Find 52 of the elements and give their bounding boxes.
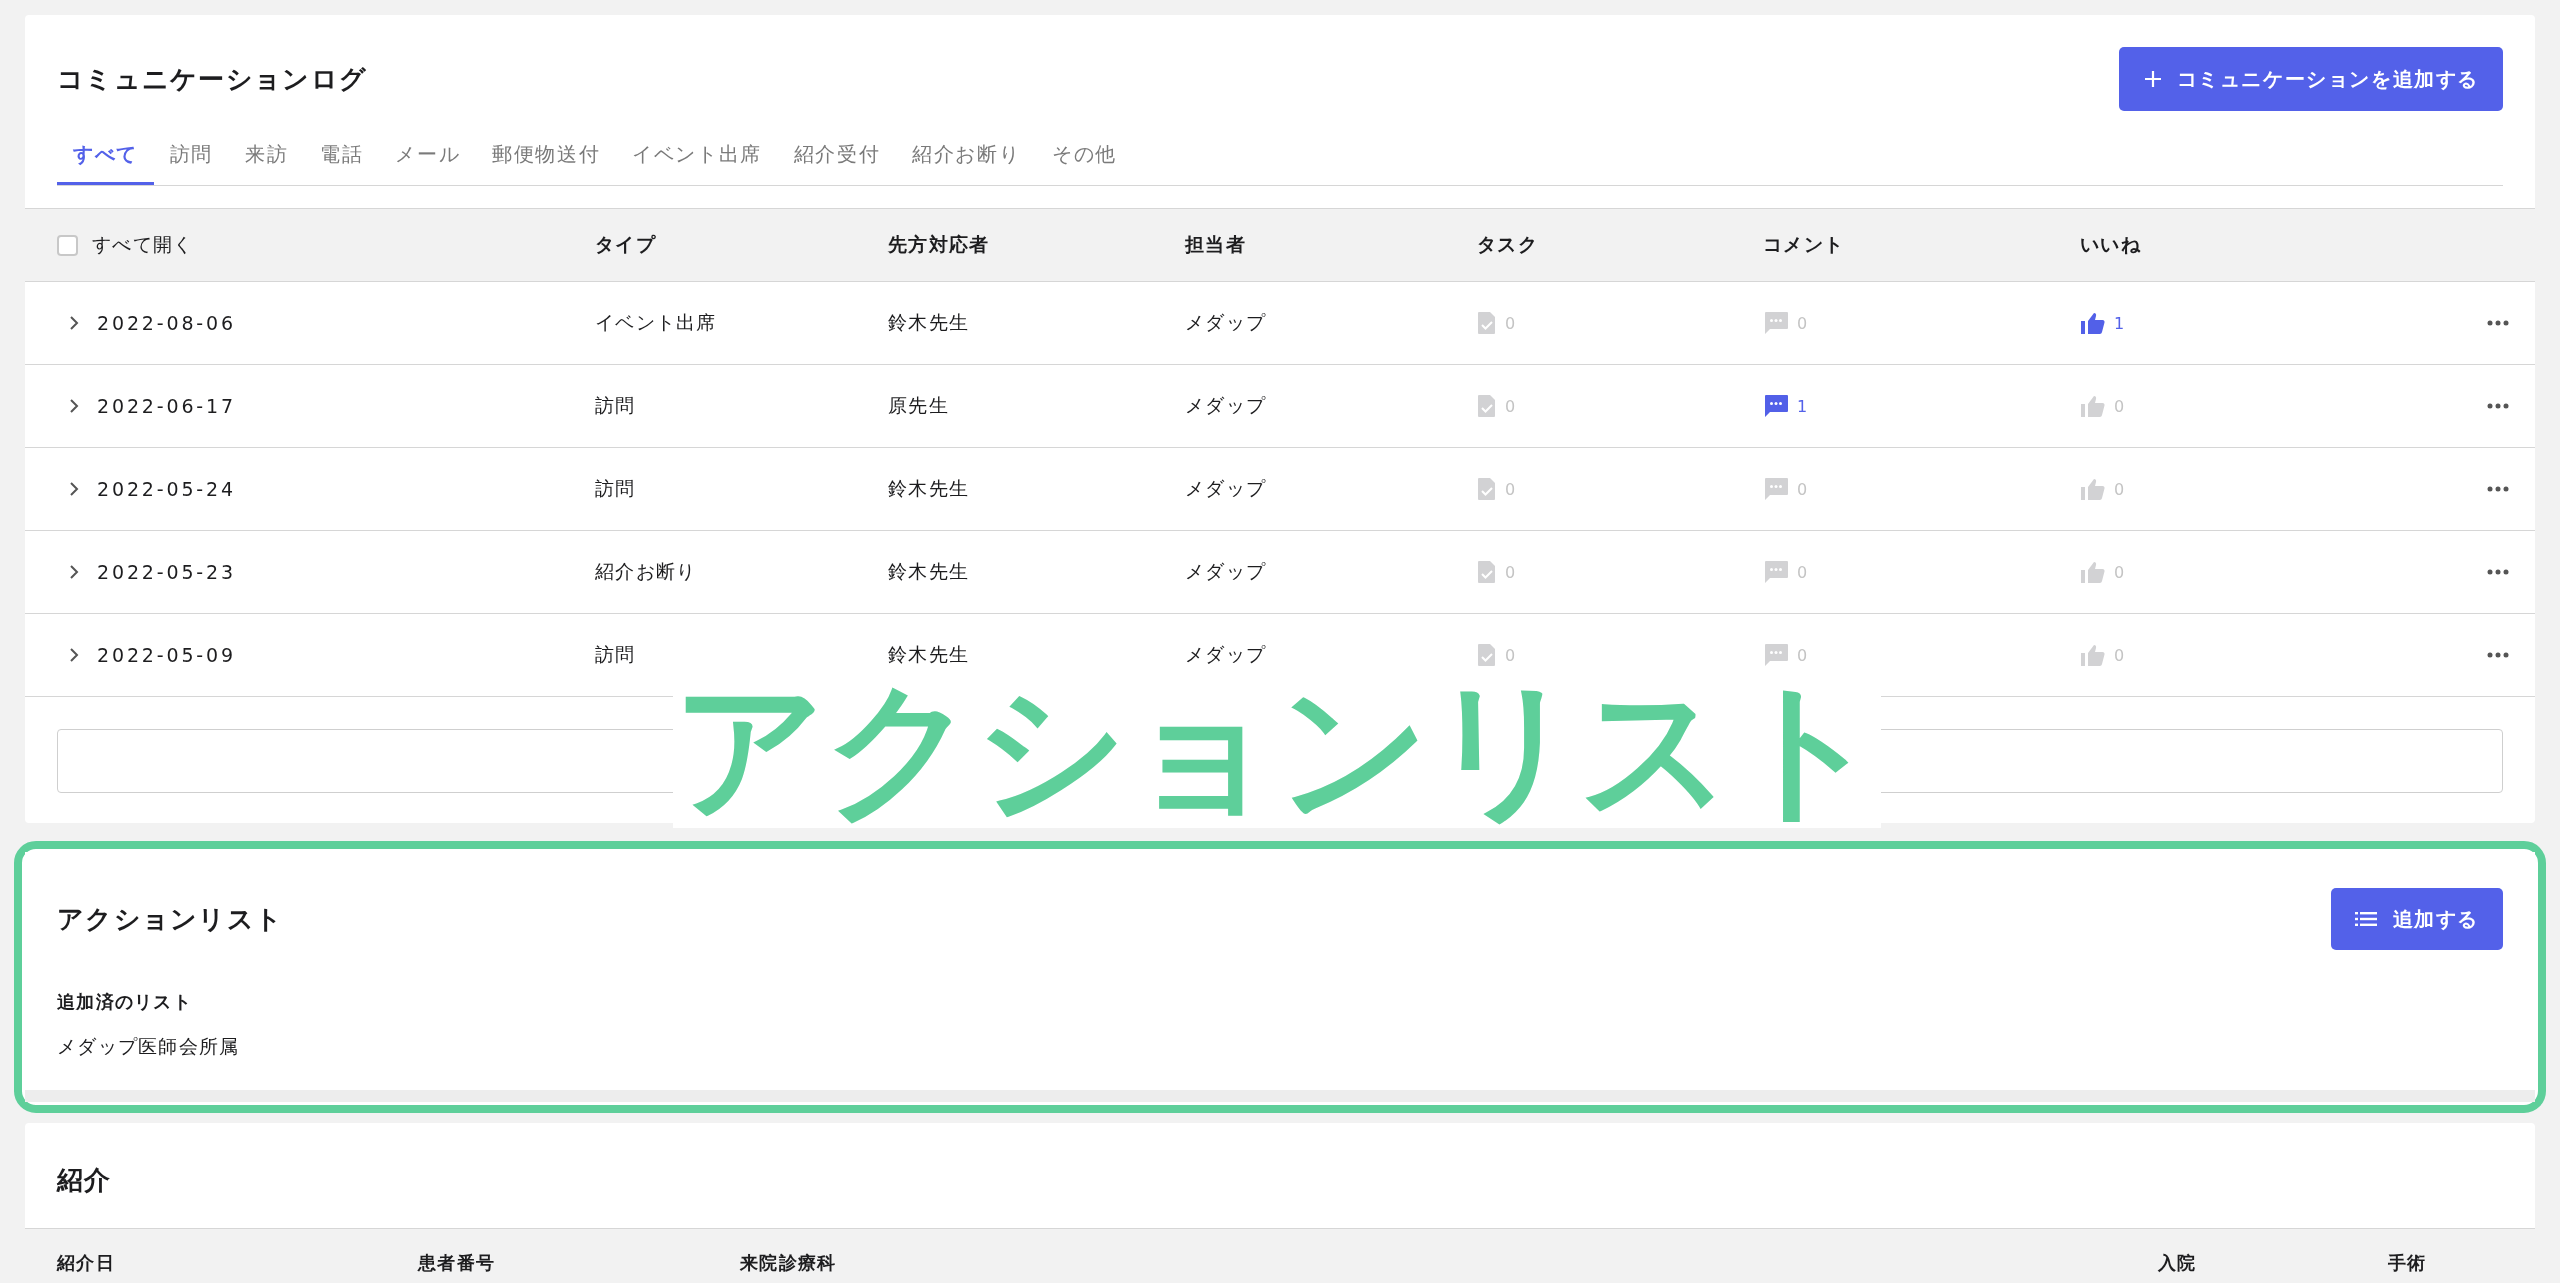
column-header: いいね — [2080, 232, 2142, 257]
comment-count: 0 — [1797, 313, 1809, 333]
column-header: コメント — [1763, 232, 1846, 257]
section-title: 紹介 — [55, 1164, 113, 1197]
date-cell: 2022-08-06 — [97, 312, 236, 334]
column-header: タスク — [1477, 232, 1539, 257]
like-count: 0 — [2114, 396, 2126, 416]
like-count: 0 — [2114, 645, 2126, 665]
date-cell: 2022-06-17 — [97, 395, 236, 417]
type-cell-text: イベント出席 — [595, 310, 718, 335]
column-header: 先方対応者 — [888, 232, 991, 257]
list-subtitle: 追加済のリスト — [56, 990, 193, 1014]
type-cell-text: 訪問 — [595, 642, 637, 667]
comment-count: 0 — [1797, 479, 1809, 499]
contact-cell-text: 鈴木先生 — [888, 310, 971, 335]
column-header: 手術 — [2388, 1251, 2428, 1275]
column-header: タイプ — [595, 232, 657, 257]
column-header: 来院診療科 — [740, 1251, 838, 1275]
task-count: 0 — [1505, 396, 1517, 416]
task-count: 0 — [1505, 313, 1517, 333]
column-header: 担当者 — [1185, 232, 1247, 257]
column-header: すべて開く — [92, 232, 194, 257]
list-item: メダップ医師会所属 — [56, 1034, 241, 1059]
contact-cell-text: 鈴木先生 — [888, 559, 971, 584]
owner-cell-text: メダップ — [1185, 393, 1268, 418]
comment-count: 1 — [1797, 396, 1809, 416]
date-cell: 2022-05-09 — [97, 644, 236, 666]
type-cell-text: 訪問 — [595, 476, 637, 501]
task-count: 0 — [1505, 645, 1517, 665]
date-cell: 2022-05-24 — [97, 478, 236, 500]
column-header: 紹介日 — [57, 1251, 116, 1275]
comment-count: 0 — [1797, 562, 1809, 582]
owner-cell-text: メダップ — [1185, 310, 1268, 335]
contact-cell-text: 鈴木先生 — [888, 642, 971, 667]
task-count: 0 — [1505, 562, 1517, 582]
like-count: 0 — [2114, 479, 2126, 499]
task-count: 0 — [1505, 479, 1517, 499]
owner-cell-text: メダップ — [1185, 476, 1268, 501]
owner-cell-text: メダップ — [1185, 559, 1268, 584]
date-cell: 2022-05-23 — [97, 561, 236, 583]
owner-cell-text: メダップ — [1185, 642, 1268, 667]
column-header: 患者番号 — [418, 1251, 497, 1275]
column-header: 入院 — [2158, 1251, 2198, 1275]
section-title: アクションリスト — [57, 902, 284, 936]
comment-count: 0 — [1797, 645, 1809, 665]
type-cell-text: 訪問 — [595, 393, 637, 418]
section-title: コミュニケーションログ — [57, 62, 368, 96]
type-cell-text: 紹介お断り — [595, 559, 698, 584]
like-count: 0 — [2114, 562, 2126, 582]
contact-cell-text: 鈴木先生 — [888, 476, 971, 501]
contact-cell-text: 原先生 — [888, 393, 950, 418]
like-count: 1 — [2114, 313, 2126, 333]
